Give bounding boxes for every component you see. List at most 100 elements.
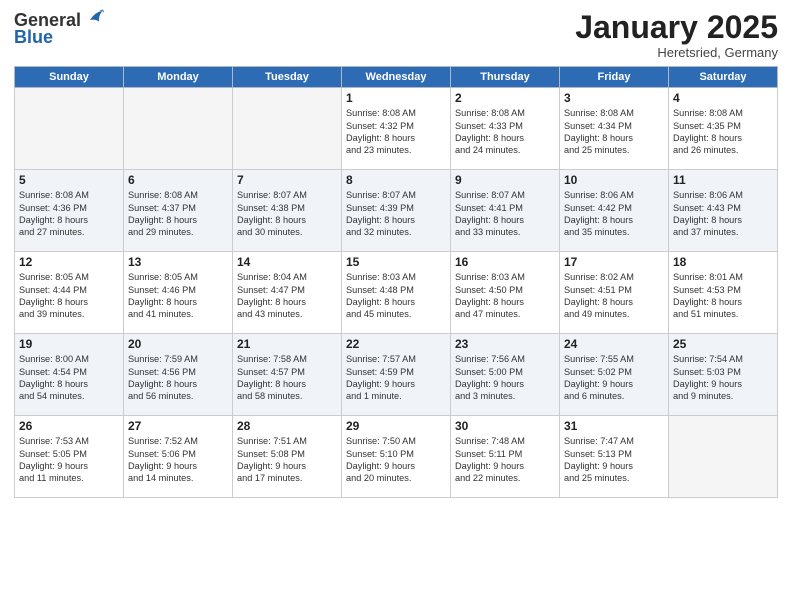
day-number: 15 — [346, 255, 446, 269]
calendar-cell: 4 Sunrise: 8:08 AM Sunset: 4:35 PM Daylig… — [669, 88, 778, 170]
calendar-cell: 18 Sunrise: 8:01 AM Sunset: 4:53 PM Dayli… — [669, 252, 778, 334]
day-info: Sunrise: 8:08 AM Sunset: 4:35 PM Dayligh… — [673, 107, 773, 157]
calendar-cell: 1 Sunrise: 8:08 AM Sunset: 4:32 PM Daylig… — [342, 88, 451, 170]
calendar-cell — [669, 416, 778, 498]
calendar-cell: 11 Sunrise: 8:06 AM Sunset: 4:43 PM Dayli… — [669, 170, 778, 252]
calendar-cell: 10Sunrise: 8:06 AM Sunset: 4:42 PM Dayli… — [560, 170, 669, 252]
day-number: 25 — [673, 337, 773, 351]
day-number: 22 — [346, 337, 446, 351]
day-number: 6 — [128, 173, 228, 187]
day-info: Sunrise: 7:55 AM Sunset: 5:02 PM Dayligh… — [564, 353, 664, 403]
calendar-week-row: 12 Sunrise: 8:05 AM Sunset: 4:44 PM Dayli… — [15, 252, 778, 334]
calendar-cell: 19 Sunrise: 8:00 AM Sunset: 4:54 PM Dayli… — [15, 334, 124, 416]
day-info: Sunrise: 8:08 AM Sunset: 4:32 PM Dayligh… — [346, 107, 446, 157]
day-info: Sunrise: 8:08 AM Sunset: 4:37 PM Dayligh… — [128, 189, 228, 239]
weekday-thursday: Thursday — [451, 67, 560, 88]
day-number: 1 — [346, 91, 446, 105]
day-info: Sunrise: 8:08 AM Sunset: 4:34 PM Dayligh… — [564, 107, 664, 157]
day-info: Sunrise: 8:05 AM Sunset: 4:44 PM Dayligh… — [19, 271, 119, 321]
calendar-cell: 26Sunrise: 7:53 AM Sunset: 5:05 PM Dayli… — [15, 416, 124, 498]
calendar-cell: 3 Sunrise: 8:08 AM Sunset: 4:34 PM Daylig… — [560, 88, 669, 170]
day-number: 17 — [564, 255, 664, 269]
day-info: Sunrise: 8:07 AM Sunset: 4:41 PM Dayligh… — [455, 189, 555, 239]
calendar-cell: 20Sunrise: 7:59 AM Sunset: 4:56 PM Dayli… — [124, 334, 233, 416]
day-number: 12 — [19, 255, 119, 269]
day-info: Sunrise: 8:07 AM Sunset: 4:39 PM Dayligh… — [346, 189, 446, 239]
day-info: Sunrise: 7:58 AM Sunset: 4:57 PM Dayligh… — [237, 353, 337, 403]
page: General Blue January 2025 Heretsried, Ge… — [0, 0, 792, 612]
calendar-week-row: 5Sunrise: 8:08 AM Sunset: 4:36 PM Daylig… — [15, 170, 778, 252]
day-info: Sunrise: 8:06 AM Sunset: 4:43 PM Dayligh… — [673, 189, 773, 239]
weekday-monday: Monday — [124, 67, 233, 88]
day-info: Sunrise: 7:48 AM Sunset: 5:11 PM Dayligh… — [455, 435, 555, 485]
calendar-cell: 30 Sunrise: 7:48 AM Sunset: 5:11 PM Dayli… — [451, 416, 560, 498]
day-info: Sunrise: 7:54 AM Sunset: 5:03 PM Dayligh… — [673, 353, 773, 403]
day-number: 9 — [455, 173, 555, 187]
day-number: 31 — [564, 419, 664, 433]
calendar-cell: 22 Sunrise: 7:57 AM Sunset: 4:59 PM Dayli… — [342, 334, 451, 416]
day-number: 18 — [673, 255, 773, 269]
calendar-week-row: 19 Sunrise: 8:00 AM Sunset: 4:54 PM Dayli… — [15, 334, 778, 416]
calendar-cell: 7 Sunrise: 8:07 AM Sunset: 4:38 PM Daylig… — [233, 170, 342, 252]
day-info: Sunrise: 8:07 AM Sunset: 4:38 PM Dayligh… — [237, 189, 337, 239]
day-number: 3 — [564, 91, 664, 105]
day-info: Sunrise: 8:03 AM Sunset: 4:50 PM Dayligh… — [455, 271, 555, 321]
day-info: Sunrise: 7:47 AM Sunset: 5:13 PM Dayligh… — [564, 435, 664, 485]
weekday-sunday: Sunday — [15, 67, 124, 88]
calendar-week-row: 1 Sunrise: 8:08 AM Sunset: 4:32 PM Daylig… — [15, 88, 778, 170]
calendar-cell: 5Sunrise: 8:08 AM Sunset: 4:36 PM Daylig… — [15, 170, 124, 252]
calendar-cell: 16 Sunrise: 8:03 AM Sunset: 4:50 PM Dayli… — [451, 252, 560, 334]
day-info: Sunrise: 7:57 AM Sunset: 4:59 PM Dayligh… — [346, 353, 446, 403]
day-number: 13 — [128, 255, 228, 269]
calendar-cell — [15, 88, 124, 170]
day-number: 10 — [564, 173, 664, 187]
day-number: 21 — [237, 337, 337, 351]
weekday-friday: Friday — [560, 67, 669, 88]
calendar-table: SundayMondayTuesdayWednesdayThursdayFrid… — [14, 66, 778, 498]
title-block: January 2025 Heretsried, Germany — [575, 10, 778, 60]
calendar-cell: 31 Sunrise: 7:47 AM Sunset: 5:13 PM Dayli… — [560, 416, 669, 498]
day-number: 16 — [455, 255, 555, 269]
day-info: Sunrise: 8:05 AM Sunset: 4:46 PM Dayligh… — [128, 271, 228, 321]
calendar-cell: 17 Sunrise: 8:02 AM Sunset: 4:51 PM Dayli… — [560, 252, 669, 334]
day-info: Sunrise: 7:51 AM Sunset: 5:08 PM Dayligh… — [237, 435, 337, 485]
day-info: Sunrise: 8:02 AM Sunset: 4:51 PM Dayligh… — [564, 271, 664, 321]
logo-blue-text: Blue — [14, 27, 53, 48]
day-number: 11 — [673, 173, 773, 187]
day-number: 7 — [237, 173, 337, 187]
calendar-week-row: 26Sunrise: 7:53 AM Sunset: 5:05 PM Dayli… — [15, 416, 778, 498]
day-number: 30 — [455, 419, 555, 433]
day-number: 20 — [128, 337, 228, 351]
day-info: Sunrise: 7:56 AM Sunset: 5:00 PM Dayligh… — [455, 353, 555, 403]
location-text: Heretsried, Germany — [575, 45, 778, 60]
calendar-cell: 14Sunrise: 8:04 AM Sunset: 4:47 PM Dayli… — [233, 252, 342, 334]
calendar-cell: 24Sunrise: 7:55 AM Sunset: 5:02 PM Dayli… — [560, 334, 669, 416]
day-info: Sunrise: 7:50 AM Sunset: 5:10 PM Dayligh… — [346, 435, 446, 485]
calendar-cell: 9 Sunrise: 8:07 AM Sunset: 4:41 PM Daylig… — [451, 170, 560, 252]
weekday-saturday: Saturday — [669, 67, 778, 88]
calendar-cell: 25 Sunrise: 7:54 AM Sunset: 5:03 PM Dayli… — [669, 334, 778, 416]
day-info: Sunrise: 8:03 AM Sunset: 4:48 PM Dayligh… — [346, 271, 446, 321]
calendar-cell: 15 Sunrise: 8:03 AM Sunset: 4:48 PM Dayli… — [342, 252, 451, 334]
calendar-cell — [233, 88, 342, 170]
calendar-cell: 8Sunrise: 8:07 AM Sunset: 4:39 PM Daylig… — [342, 170, 451, 252]
calendar-cell: 28 Sunrise: 7:51 AM Sunset: 5:08 PM Dayli… — [233, 416, 342, 498]
header: General Blue January 2025 Heretsried, Ge… — [14, 10, 778, 60]
calendar-cell: 27Sunrise: 7:52 AM Sunset: 5:06 PM Dayli… — [124, 416, 233, 498]
day-number: 26 — [19, 419, 119, 433]
calendar-cell: 6 Sunrise: 8:08 AM Sunset: 4:37 PM Daylig… — [124, 170, 233, 252]
day-number: 19 — [19, 337, 119, 351]
logo-bird-icon — [82, 6, 104, 28]
day-number: 28 — [237, 419, 337, 433]
day-info: Sunrise: 8:00 AM Sunset: 4:54 PM Dayligh… — [19, 353, 119, 403]
weekday-tuesday: Tuesday — [233, 67, 342, 88]
day-info: Sunrise: 7:52 AM Sunset: 5:06 PM Dayligh… — [128, 435, 228, 485]
day-number: 4 — [673, 91, 773, 105]
calendar-cell: 23Sunrise: 7:56 AM Sunset: 5:00 PM Dayli… — [451, 334, 560, 416]
calendar-cell: 29Sunrise: 7:50 AM Sunset: 5:10 PM Dayli… — [342, 416, 451, 498]
month-title: January 2025 — [575, 10, 778, 45]
calendar-cell: 21 Sunrise: 7:58 AM Sunset: 4:57 PM Dayli… — [233, 334, 342, 416]
day-info: Sunrise: 8:01 AM Sunset: 4:53 PM Dayligh… — [673, 271, 773, 321]
calendar-cell: 2Sunrise: 8:08 AM Sunset: 4:33 PM Daylig… — [451, 88, 560, 170]
calendar-cell: 13 Sunrise: 8:05 AM Sunset: 4:46 PM Dayli… — [124, 252, 233, 334]
